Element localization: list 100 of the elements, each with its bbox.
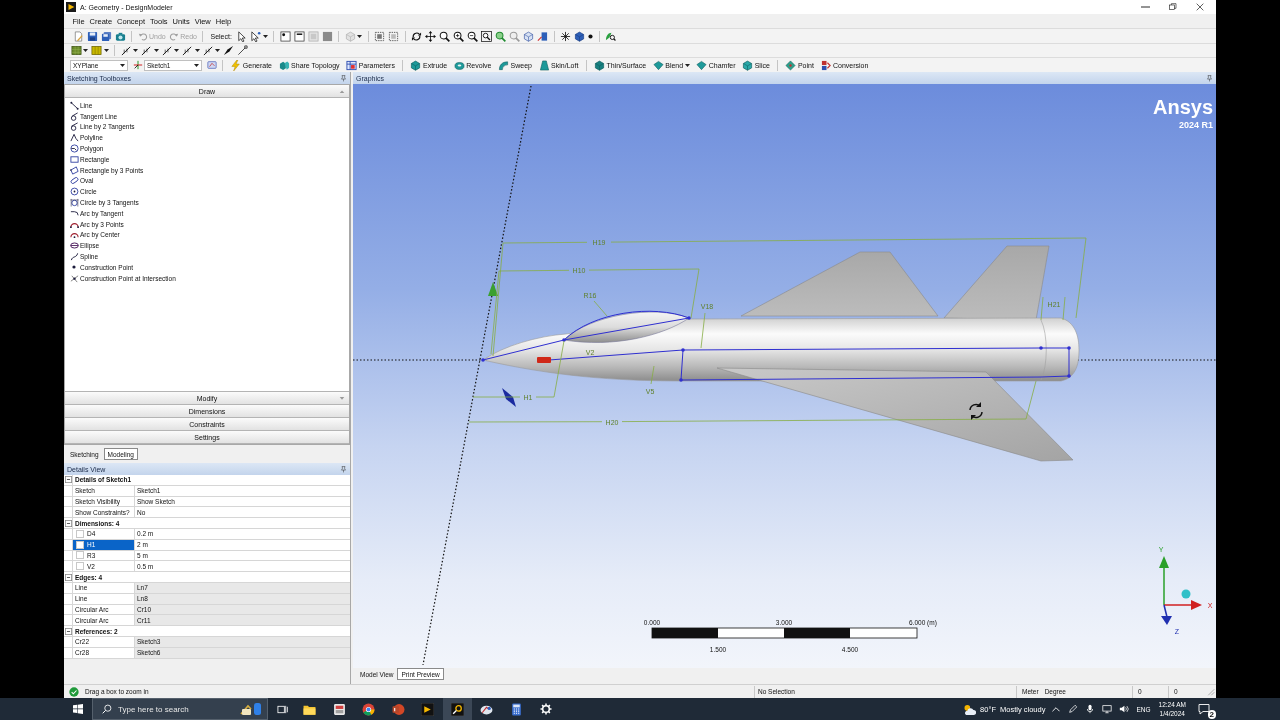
table-icon	[346, 59, 358, 71]
polygon-icon	[69, 144, 79, 154]
triad-button[interactable]	[558, 29, 573, 43]
notification-icon	[1198, 703, 1210, 715]
dimension-button[interactable]	[119, 44, 140, 57]
scroll-up-icon	[339, 88, 345, 94]
caret-icon	[103, 49, 109, 52]
windows-logo-icon	[73, 704, 83, 714]
grid-icon	[70, 45, 82, 56]
dimension-button[interactable]	[201, 44, 222, 57]
dimension-button[interactable]	[139, 44, 160, 57]
browser-icon	[362, 702, 376, 716]
dashed-square-icon	[374, 30, 386, 42]
caret-icon	[262, 34, 268, 38]
select-all-button[interactable]	[372, 29, 387, 43]
checkbox[interactable]	[76, 562, 84, 571]
caret-icon	[215, 49, 220, 52]
look-at-button[interactable]	[535, 29, 550, 43]
bracket-button[interactable]	[235, 44, 250, 57]
search-icon	[102, 704, 112, 714]
search-illustration-icon	[240, 703, 262, 715]
chevron-up-icon	[1051, 706, 1060, 712]
search-input[interactable]: Type here to search	[118, 703, 234, 715]
save-all-button[interactable]	[99, 29, 113, 43]
circle-tangent-icon	[69, 111, 79, 121]
speaker-icon	[1118, 704, 1129, 714]
tangent-circle-icon	[69, 198, 79, 208]
caret-icon	[357, 34, 363, 38]
slanted-line-icon	[161, 45, 173, 56]
grid-button[interactable]	[69, 44, 90, 57]
sketch-lines[interactable]	[481, 282, 1071, 407]
checkbox[interactable]	[76, 551, 84, 560]
block-icon	[742, 59, 754, 71]
spline-icon	[69, 252, 79, 262]
file-cabinet-icon	[332, 702, 346, 716]
edge-filter-button[interactable]	[292, 29, 307, 43]
taskbar-app-button[interactable]	[442, 698, 472, 720]
display-button[interactable]	[572, 29, 587, 43]
notifications-button[interactable]: 2	[1194, 698, 1214, 720]
dimension-button[interactable]	[180, 44, 201, 57]
point-icon	[72, 265, 76, 270]
linked-blocks-icon	[278, 59, 290, 71]
iso-view-button[interactable]	[521, 29, 536, 43]
brand-logo: Ansys	[1152, 96, 1213, 118]
minus-box-icon[interactable]	[64, 476, 72, 484]
zoom-button[interactable]	[437, 29, 452, 43]
checkbox[interactable]	[76, 540, 84, 549]
pan-button[interactable]	[423, 29, 438, 43]
minus-box-icon[interactable]	[64, 519, 72, 527]
aircraft-model[interactable]	[482, 245, 1080, 462]
app-tile-icon	[450, 702, 464, 716]
sketch-icon	[206, 60, 217, 70]
rotate-button[interactable]	[409, 29, 424, 43]
cube-icon	[574, 30, 586, 42]
zoom-in-button[interactable]	[451, 29, 466, 43]
dashed-square-icon	[388, 30, 400, 42]
pan-icon	[425, 30, 437, 42]
body-filter-button[interactable]	[320, 29, 335, 43]
box-select-button[interactable]	[386, 29, 401, 43]
leaf-magnifier-icon	[605, 30, 617, 42]
wedge-icon	[696, 59, 708, 71]
axis-triad[interactable]	[1159, 556, 1202, 625]
zoom-box-button[interactable]	[479, 29, 494, 43]
check-circle-icon	[69, 686, 79, 697]
pin-icon	[1206, 74, 1213, 82]
minimize-icon	[1141, 6, 1150, 8]
redo-icon	[168, 31, 179, 41]
asterisk-icon	[560, 30, 572, 42]
wedge-icon	[652, 59, 664, 71]
monitor-icon	[1101, 704, 1112, 714]
extend-button[interactable]	[343, 29, 364, 43]
slanted-line-icon	[141, 45, 152, 56]
axes-icon	[132, 60, 143, 70]
select-mode-button[interactable]	[248, 29, 270, 43]
dart-button[interactable]	[221, 44, 236, 57]
save-button[interactable]	[85, 29, 99, 43]
minus-box-icon[interactable]	[64, 573, 72, 581]
version-label: 2024 R1	[1178, 120, 1213, 130]
caret-icon	[684, 63, 690, 67]
zoom-out-button[interactable]	[465, 29, 480, 43]
rotate-icon	[411, 30, 423, 42]
arc-icon	[69, 230, 79, 240]
zoom-fit-button[interactable]	[493, 29, 508, 43]
restore-icon	[1168, 3, 1177, 11]
search-field[interactable]: Type here to search	[92, 698, 268, 720]
circle-icon	[69, 187, 79, 197]
task-view-icon	[276, 703, 288, 715]
circle-tangent-icon	[69, 122, 79, 132]
checkbox[interactable]	[76, 529, 84, 538]
pen-icon	[1067, 704, 1078, 714]
app-tile-icon	[421, 702, 435, 716]
microphone-icon	[1084, 704, 1095, 714]
minus-box-icon[interactable]	[64, 627, 72, 635]
polyline-icon	[69, 133, 79, 143]
cloud-sun-icon	[963, 702, 977, 716]
caret-icon	[194, 49, 200, 52]
convert-icon	[820, 59, 832, 71]
point-filter-button[interactable]	[278, 29, 293, 43]
dimension-button[interactable]	[160, 44, 181, 57]
display-mode-button[interactable]	[89, 44, 110, 57]
